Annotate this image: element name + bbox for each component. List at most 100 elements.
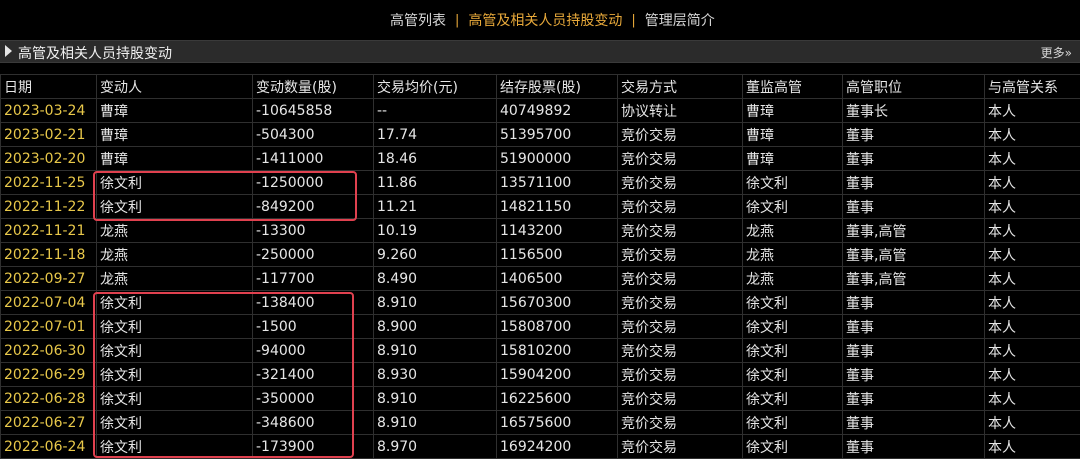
col-date-cell: 2022-11-25 — [1, 171, 97, 195]
col-position-cell: 董事 — [843, 315, 985, 339]
col-avg-price-cell: 11.86 — [374, 171, 497, 195]
col-avg-price-cell: 8.930 — [374, 363, 497, 387]
more-link[interactable]: 更多» — [1041, 44, 1072, 61]
col-date-cell: 2022-06-30 — [1, 339, 97, 363]
col-change-qty-header[interactable]: 变动数量(股) — [253, 75, 374, 99]
col-position-header[interactable]: 高管职位 — [843, 75, 985, 99]
col-trade-method-cell: 竞价交易 — [618, 411, 743, 435]
col-date-cell: 2022-11-18 — [1, 243, 97, 267]
col-executive-header[interactable]: 董监高管 — [743, 75, 843, 99]
table-row: 2022-11-18龙燕-2500009.2601156500竞价交易龙燕董事,… — [1, 243, 1080, 267]
col-executive-cell: 龙燕 — [743, 267, 843, 291]
col-relation-cell: 本人 — [985, 243, 1080, 267]
col-balance-cell: 51900000 — [497, 147, 618, 171]
col-person-cell: 徐文利 — [97, 387, 253, 411]
col-trade-method-cell: 协议转让 — [618, 99, 743, 123]
tab-holding-changes[interactable]: 高管及相关人员持股变动 — [468, 10, 622, 30]
col-avg-price-cell: 8.910 — [374, 339, 497, 363]
col-position-cell: 董事长 — [843, 99, 985, 123]
col-avg-price-cell: 9.260 — [374, 243, 497, 267]
col-executive-cell: 徐文利 — [743, 171, 843, 195]
col-position-cell: 董事 — [843, 363, 985, 387]
col-avg-price-header[interactable]: 交易均价(元) — [374, 75, 497, 99]
col-person-cell: 龙燕 — [97, 243, 253, 267]
col-trade-method-cell: 竞价交易 — [618, 243, 743, 267]
col-avg-price-cell: 17.74 — [374, 123, 497, 147]
table-row: 2023-02-20曹璋-141100018.4651900000竞价交易曹璋董… — [1, 147, 1080, 171]
table-row: 2022-11-25徐文利-125000011.8613571100竞价交易徐文… — [1, 171, 1080, 195]
col-executive-cell: 龙燕 — [743, 219, 843, 243]
table-header-row: 日期变动人变动数量(股)交易均价(元)结存股票(股)交易方式董监高管高管职位与高… — [1, 75, 1080, 99]
col-executive-cell: 曹璋 — [743, 99, 843, 123]
col-balance-cell: 16924200 — [497, 435, 618, 459]
table-row: 2022-07-01徐文利-15008.90015808700竞价交易徐文利董事… — [1, 315, 1080, 339]
col-avg-price-cell: 8.910 — [374, 411, 497, 435]
col-avg-price-cell: 8.910 — [374, 291, 497, 315]
col-trade-method-cell: 竞价交易 — [618, 195, 743, 219]
col-executive-cell: 徐文利 — [743, 291, 843, 315]
col-change-qty-cell: -117700 — [253, 267, 374, 291]
col-change-qty-cell: -849200 — [253, 195, 374, 219]
col-change-qty-cell: -13300 — [253, 219, 374, 243]
tab-management-intro[interactable]: 管理层简介 — [645, 10, 715, 30]
col-change-qty-cell: -138400 — [253, 291, 374, 315]
col-relation-cell: 本人 — [985, 195, 1080, 219]
table-row: 2023-02-21曹璋-50430017.7451395700竞价交易曹璋董事… — [1, 123, 1080, 147]
section-title: 高管及相关人员持股变动 — [18, 43, 172, 63]
col-relation-cell: 本人 — [985, 363, 1080, 387]
col-person-cell: 徐文利 — [97, 315, 253, 339]
col-change-qty-cell: -1500 — [253, 315, 374, 339]
col-avg-price-cell: 8.970 — [374, 435, 497, 459]
col-trade-method-cell: 竞价交易 — [618, 339, 743, 363]
col-relation-header[interactable]: 与高管关系 — [985, 75, 1080, 99]
col-position-cell: 董事 — [843, 123, 985, 147]
col-executive-cell: 徐文利 — [743, 195, 843, 219]
col-relation-cell: 本人 — [985, 267, 1080, 291]
col-trade-method-cell: 竞价交易 — [618, 435, 743, 459]
col-person-cell: 徐文利 — [97, 291, 253, 315]
table-row: 2023-03-24曹璋-10645858--40749892协议转让曹璋董事长… — [1, 99, 1080, 123]
col-person-cell: 徐文利 — [97, 171, 253, 195]
col-change-qty-cell: -350000 — [253, 387, 374, 411]
col-date-cell: 2022-07-01 — [1, 315, 97, 339]
col-person-cell: 徐文利 — [97, 195, 253, 219]
col-avg-price-cell: 18.46 — [374, 147, 497, 171]
col-date-cell: 2022-06-27 — [1, 411, 97, 435]
tab-separator: | — [631, 13, 635, 28]
col-balance-cell: 1406500 — [497, 267, 618, 291]
col-relation-cell: 本人 — [985, 147, 1080, 171]
col-relation-cell: 本人 — [985, 411, 1080, 435]
col-date-header[interactable]: 日期 — [1, 75, 97, 99]
col-position-cell: 董事 — [843, 171, 985, 195]
col-position-cell: 董事,高管 — [843, 267, 985, 291]
col-trade-method-cell: 竞价交易 — [618, 267, 743, 291]
col-executive-cell: 徐文利 — [743, 411, 843, 435]
col-change-qty-cell: -348600 — [253, 411, 374, 435]
col-change-qty-cell: -1411000 — [253, 147, 374, 171]
col-trade-method-cell: 竞价交易 — [618, 147, 743, 171]
col-person-cell: 曹璋 — [97, 123, 253, 147]
col-balance-cell: 14821150 — [497, 195, 618, 219]
col-balance-cell: 16575600 — [497, 411, 618, 435]
col-trade-method-cell: 竞价交易 — [618, 315, 743, 339]
col-change-qty-cell: -504300 — [253, 123, 374, 147]
col-executive-cell: 曹璋 — [743, 147, 843, 171]
col-change-qty-cell: -10645858 — [253, 99, 374, 123]
col-person-cell: 曹璋 — [97, 99, 253, 123]
col-date-cell: 2023-03-24 — [1, 99, 97, 123]
col-person-header[interactable]: 变动人 — [97, 75, 253, 99]
col-change-qty-cell: -250000 — [253, 243, 374, 267]
col-balance-header[interactable]: 结存股票(股) — [497, 75, 618, 99]
col-trade-method-header[interactable]: 交易方式 — [618, 75, 743, 99]
col-date-cell: 2022-06-24 — [1, 435, 97, 459]
col-date-cell: 2022-09-27 — [1, 267, 97, 291]
col-position-cell: 董事 — [843, 195, 985, 219]
tab-executive-list[interactable]: 高管列表 — [390, 10, 446, 30]
col-executive-cell: 徐文利 — [743, 315, 843, 339]
col-executive-cell: 徐文利 — [743, 339, 843, 363]
col-person-cell: 徐文利 — [97, 339, 253, 363]
col-balance-cell: 1143200 — [497, 219, 618, 243]
col-position-cell: 董事 — [843, 387, 985, 411]
col-date-cell: 2022-07-04 — [1, 291, 97, 315]
col-executive-cell: 曹璋 — [743, 123, 843, 147]
